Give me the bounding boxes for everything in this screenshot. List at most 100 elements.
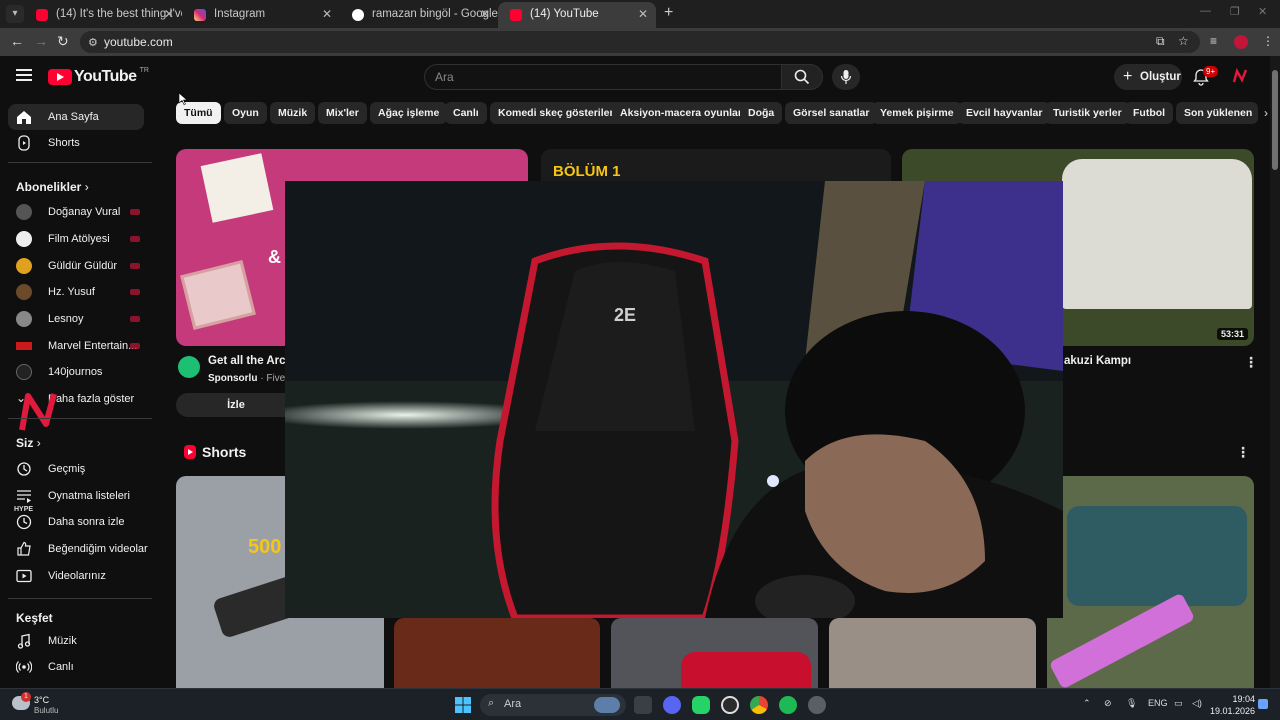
notification-center-icon[interactable] <box>1258 699 1268 709</box>
sidebar-item-subscription[interactable]: Marvel Entertain... <box>8 333 144 359</box>
language-indicator[interactable]: ENG <box>1148 698 1168 708</box>
task-view-icon[interactable] <box>634 696 652 714</box>
youtube-logo[interactable]: YouTube TR <box>48 67 149 86</box>
chip[interactable]: Tümü <box>176 102 221 124</box>
chip[interactable]: Mix'ler <box>318 102 367 124</box>
sidebar-item-your-videos[interactable]: Videolarınız <box>8 563 144 589</box>
new-tab-button[interactable]: + <box>664 4 673 22</box>
bookmark-star-icon[interactable]: ☆ <box>1178 34 1189 48</box>
hamburger-menu-icon[interactable] <box>16 69 32 81</box>
channel-avatar <box>16 311 32 327</box>
live-indicator-icon <box>130 209 140 215</box>
taskbar-search[interactable]: ⌕ Ara <box>480 694 626 716</box>
minimize-icon[interactable]: — <box>1200 5 1211 17</box>
chip[interactable]: Canlı <box>445 102 487 124</box>
short-thumbnail[interactable] <box>829 618 1036 688</box>
close-window-icon[interactable]: ✕ <box>1258 5 1267 18</box>
chip[interactable]: Turistik yerler <box>1045 102 1130 124</box>
search-button[interactable] <box>781 64 823 90</box>
chip[interactable]: Son yüklenen <box>1176 102 1258 124</box>
browser-tab[interactable]: Instagram ✕ <box>182 2 340 28</box>
discord-icon[interactable] <box>663 696 681 714</box>
back-icon[interactable]: ← <box>10 33 24 49</box>
video-title[interactable]: akuzi Kampı <box>1064 355 1131 367</box>
sidebar-item-subscription[interactable]: Doğanay Vural <box>8 199 144 225</box>
tab-search-button[interactable]: ▾ <box>6 5 24 23</box>
microphone-icon <box>840 70 852 84</box>
create-button[interactable]: + Oluştur <box>1114 64 1182 90</box>
camera-off-icon[interactable]: ⊘ <box>1104 698 1112 709</box>
voice-search-button[interactable] <box>832 64 860 90</box>
search-input[interactable]: Ara <box>424 64 782 90</box>
site-info-icon[interactable]: ⚙ <box>88 36 98 49</box>
video-title[interactable]: Get all the Archi <box>208 355 296 367</box>
chip[interactable]: Ağaç işleme <box>370 102 448 124</box>
close-tab-icon[interactable]: ✕ <box>322 2 332 26</box>
channel-avatar[interactable] <box>178 356 200 378</box>
chip[interactable]: Müzik <box>270 102 316 124</box>
chip[interactable]: Futbol <box>1125 102 1174 124</box>
sidebar-item-liked[interactable]: Beğendiğim videolar <box>8 536 148 562</box>
profile-avatar-icon[interactable] <box>1234 35 1248 49</box>
maximize-icon[interactable]: ❐ <box>1230 5 1240 18</box>
sidebar-item-subscription[interactable]: Hz. Yusuf <box>8 279 144 305</box>
system-clock[interactable]: 19:04 19.01.2026 <box>1210 693 1255 717</box>
chevron-right-icon[interactable]: › <box>1264 106 1268 120</box>
page-scrollbar-thumb[interactable] <box>1272 70 1278 170</box>
watch-button[interactable]: İzle <box>176 393 296 417</box>
you-heading[interactable]: Siz › <box>16 436 41 450</box>
obs-icon[interactable] <box>721 696 739 714</box>
sidebar-item-history[interactable]: Geçmiş <box>8 456 144 482</box>
short-thumbnail[interactable] <box>394 618 600 688</box>
sidebar-item-subscription[interactable]: Film Atölyesi <box>8 226 144 252</box>
search-icon <box>794 69 810 85</box>
microphone-tray-icon[interactable]: 🎙 <box>1126 698 1137 709</box>
account-avatar[interactable] <box>1232 68 1248 84</box>
sidebar-item-live[interactable]: Canlı <box>8 654 144 680</box>
chip[interactable]: Oyun <box>224 102 267 124</box>
more-options-icon[interactable]: ⋮ <box>1236 444 1250 461</box>
spotify-icon[interactable] <box>779 696 797 714</box>
sidebar-item-subscription[interactable]: Lesnoy <box>8 306 144 332</box>
chrome-icon[interactable] <box>750 696 768 714</box>
install-app-icon[interactable]: ⧉ <box>1156 34 1165 49</box>
sidebar-item-shorts[interactable]: Shorts <box>8 130 144 156</box>
network-icon[interactable]: ▭ <box>1174 698 1183 709</box>
chip[interactable]: Doğa <box>740 102 783 124</box>
chip[interactable]: Aksiyon-macera oyunları <box>612 102 753 124</box>
close-tab-icon[interactable]: ✕ <box>164 2 174 26</box>
sidebar-item-music[interactable]: Müzik <box>8 628 144 654</box>
sidebar-item-subscription[interactable]: 140journos <box>8 359 144 385</box>
chip[interactable]: Yemek pişirme <box>872 102 962 124</box>
address-bar[interactable]: ⚙ youtube.com <box>80 31 1200 53</box>
tray-overflow-icon[interactable]: ⌃ <box>1083 698 1091 709</box>
sidebar-item-home[interactable]: Ana Sayfa <box>8 104 144 130</box>
instagram-favicon-icon <box>194 9 206 21</box>
chip[interactable]: Komedi skeç gösterileri <box>490 102 625 124</box>
chip[interactable]: Evcil hayvanlar <box>958 102 1051 124</box>
close-tab-icon[interactable]: ✕ <box>638 2 648 26</box>
subscriptions-title: Abonelikler <box>16 180 82 194</box>
volume-icon[interactable]: ◁) <box>1192 698 1202 709</box>
chip[interactable]: Görsel sanatlar <box>785 102 878 124</box>
close-tab-icon[interactable]: ✕ <box>480 2 490 26</box>
divider <box>8 418 152 419</box>
thumbnail-text: BÖLÜM 1 <box>553 163 621 180</box>
browser-tab[interactable]: (14) It's the best thing I've seen ✕ <box>24 2 182 28</box>
reload-icon[interactable]: ↻ <box>57 33 69 50</box>
clock-date: 19.01.2026 <box>1210 706 1256 716</box>
subscriptions-heading[interactable]: Abonelikler › <box>16 180 89 194</box>
whatsapp-icon[interactable] <box>692 696 710 714</box>
short-thumbnail[interactable] <box>611 618 818 688</box>
steam-icon[interactable] <box>808 696 826 714</box>
short-thumbnail[interactable] <box>1047 476 1254 688</box>
windows-start-icon[interactable] <box>455 697 471 713</box>
search-highlight-icon <box>594 697 620 713</box>
browser-menu-icon[interactable]: ⋮ <box>1262 34 1274 48</box>
media-controls-icon[interactable]: ≡ <box>1210 34 1217 48</box>
browser-tab-active[interactable]: (14) YouTube ✕ <box>498 2 656 28</box>
browser-tab[interactable]: ramazan bingöl - Google'da Ar ✕ <box>340 2 498 28</box>
forward-icon[interactable]: → <box>34 33 48 49</box>
sidebar-item-subscription[interactable]: Güldür Güldür <box>8 253 144 279</box>
more-options-icon[interactable]: ⋮ <box>1244 354 1258 371</box>
